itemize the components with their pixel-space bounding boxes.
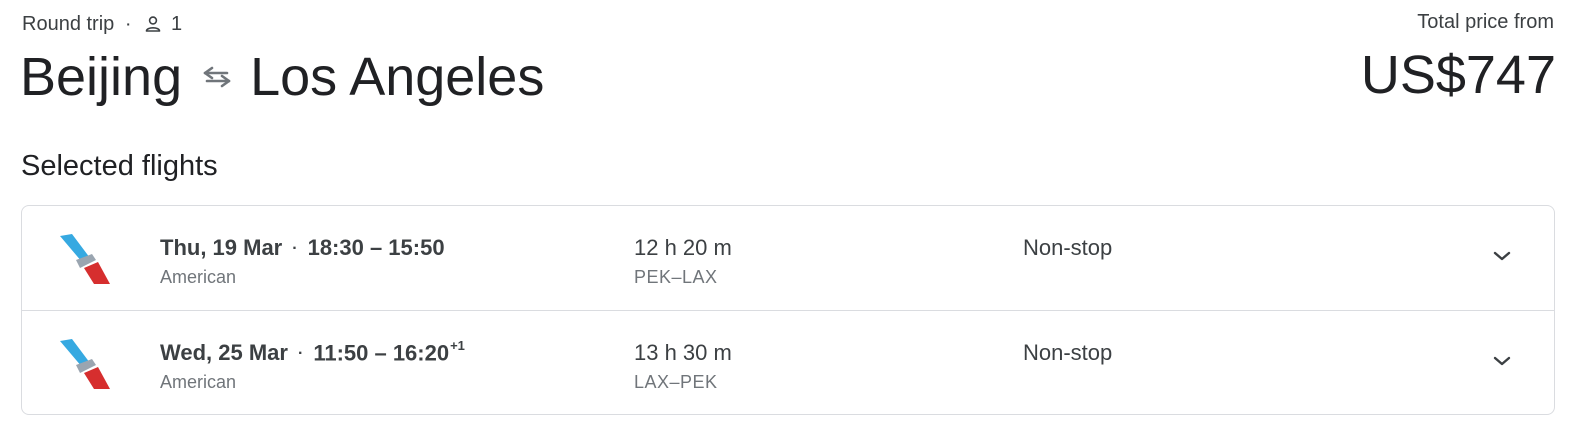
trip-meta: Round trip · 1 xyxy=(22,11,182,37)
flight-schedule: Wed, 25 Mar · 11:50 – 16:20+1 xyxy=(160,338,465,368)
flight-route: PEK–LAX xyxy=(634,267,718,287)
expand-flight-button[interactable] xyxy=(1482,341,1522,381)
flight-stops: Non-stop xyxy=(1023,235,1113,260)
flight-duration: 13 h 30 m xyxy=(634,340,732,365)
total-price-value: US$747 xyxy=(1360,45,1556,105)
flight-times: 11:50 – 16:20+1 xyxy=(313,338,465,366)
flight-stops: Non-stop xyxy=(1023,340,1113,365)
flight-row-return[interactable]: Wed, 25 Mar · 11:50 – 16:20+1 American 1… xyxy=(22,311,1554,414)
chevron-down-icon xyxy=(1493,251,1511,261)
separator-dot: · xyxy=(126,16,131,32)
route-title: Beijing Los Angeles xyxy=(20,44,544,110)
person-icon xyxy=(145,16,161,32)
flight-duration: 12 h 20 m xyxy=(634,235,732,260)
selected-flights-card: Thu, 19 Mar · 18:30 – 15:50 American 12 … xyxy=(21,205,1555,415)
origin-city: Beijing xyxy=(20,47,183,107)
destination-city: Los Angeles xyxy=(250,47,545,107)
expand-flight-button[interactable] xyxy=(1482,236,1522,276)
day-offset: +1 xyxy=(450,338,465,353)
total-price-label: Total price from xyxy=(1417,11,1554,33)
flight-times: 18:30 – 15:50 xyxy=(307,235,445,260)
flight-schedule: Thu, 19 Mar · 18:30 – 15:50 xyxy=(160,235,445,263)
flight-date: Thu, 19 Mar xyxy=(160,235,283,260)
american-airlines-logo-icon xyxy=(60,234,110,284)
flight-route: LAX–PEK xyxy=(634,372,718,392)
selected-flights-heading: Selected flights xyxy=(21,150,218,182)
flight-date: Wed, 25 Mar xyxy=(160,340,288,365)
separator-dot: · xyxy=(292,240,298,257)
separator-dot: · xyxy=(297,345,304,362)
swap-arrows-icon xyxy=(203,66,231,88)
passenger-count: 1 xyxy=(170,12,183,35)
flight-times-text: 11:50 – 16:20 xyxy=(313,340,450,366)
chevron-down-icon xyxy=(1493,356,1511,366)
american-airlines-logo-icon xyxy=(60,339,110,389)
flight-row-outbound[interactable]: Thu, 19 Mar · 18:30 – 15:50 American 12 … xyxy=(22,206,1554,310)
airline-name: American xyxy=(160,267,237,287)
trip-type-label: Round trip xyxy=(22,12,115,35)
airline-name: American xyxy=(160,372,237,392)
